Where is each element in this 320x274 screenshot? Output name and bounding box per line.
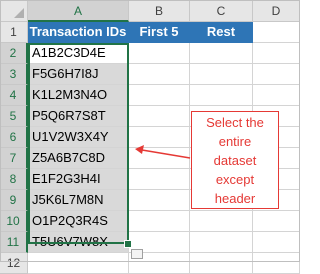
annotation-callout: Select the entire dataset except header [191, 111, 279, 209]
spreadsheet: A B C D 1 2 3 4 5 6 7 8 9 10 11 12 Trans… [0, 0, 300, 274]
callout-line-3: dataset [213, 152, 257, 168]
callout-arrow-line [141, 149, 191, 159]
callout-arrow-head [135, 145, 144, 154]
callout-line-2: entire [218, 133, 252, 149]
callout-line-5: header [214, 190, 256, 206]
callout-line-4: except [215, 171, 255, 187]
callout-line-1: Select the [206, 114, 264, 130]
